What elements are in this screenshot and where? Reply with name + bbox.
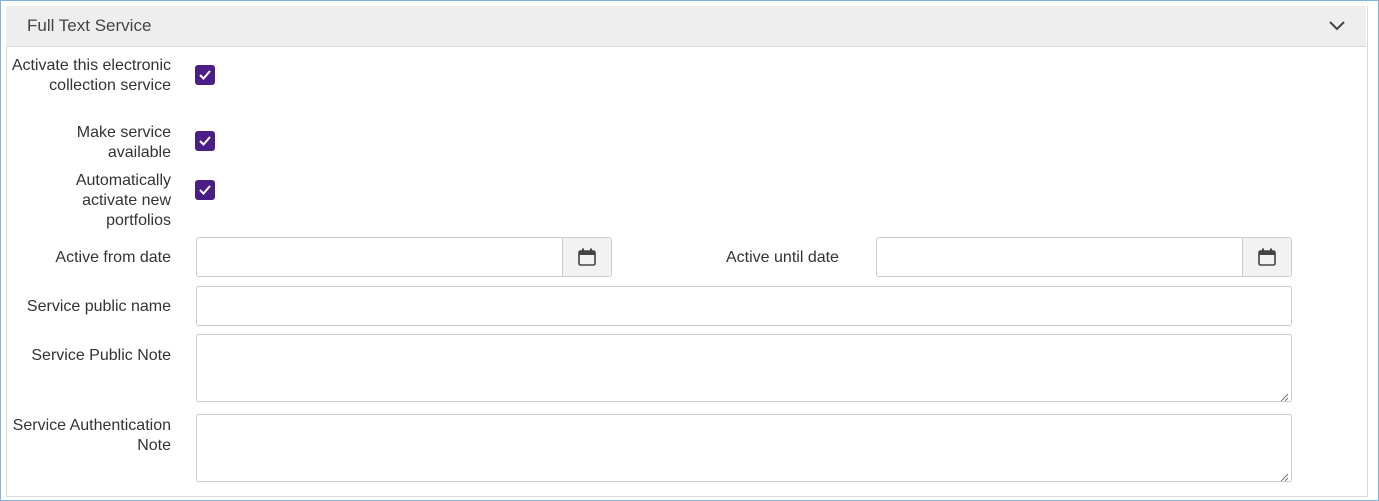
service-authentication-note-textarea[interactable] xyxy=(196,414,1292,482)
activate-service-label: Activate this electronic collection serv… xyxy=(11,57,171,94)
panel-title: Full Text Service xyxy=(27,16,152,35)
active-until-calendar-button[interactable] xyxy=(1242,238,1291,276)
auto-activate-label: Automatically activate new portfolios xyxy=(75,172,171,229)
service-public-note-textarea[interactable] xyxy=(196,334,1292,402)
service-available-checkbox[interactable] xyxy=(195,131,215,151)
resize-handle-icon[interactable] xyxy=(1279,469,1289,482)
service-available-label: Make service available xyxy=(76,124,171,161)
auth-note-label: Service Authentication Note xyxy=(12,417,171,454)
calendar-icon xyxy=(1258,248,1276,266)
active-from-label: Active from date xyxy=(55,249,171,266)
activate-service-checkbox[interactable] xyxy=(195,65,215,85)
resize-handle-icon[interactable] xyxy=(1279,389,1289,402)
active-until-label: Active until date xyxy=(726,249,839,266)
active-from-date-field[interactable] xyxy=(196,237,612,277)
public-note-label: Service Public Note xyxy=(31,347,171,364)
checkmark-icon xyxy=(199,136,211,146)
auto-activate-checkbox[interactable] xyxy=(195,180,215,200)
service-public-name-input[interactable] xyxy=(196,286,1292,326)
checkmark-icon xyxy=(199,185,211,195)
panel-header[interactable]: Full Text Service xyxy=(6,6,1366,47)
checkmark-icon xyxy=(199,70,211,80)
active-from-calendar-button[interactable] xyxy=(562,238,611,276)
public-name-label: Service public name xyxy=(26,298,171,315)
chevron-down-icon[interactable] xyxy=(1328,18,1346,34)
calendar-icon xyxy=(578,248,596,266)
active-until-date-field[interactable] xyxy=(876,237,1292,277)
